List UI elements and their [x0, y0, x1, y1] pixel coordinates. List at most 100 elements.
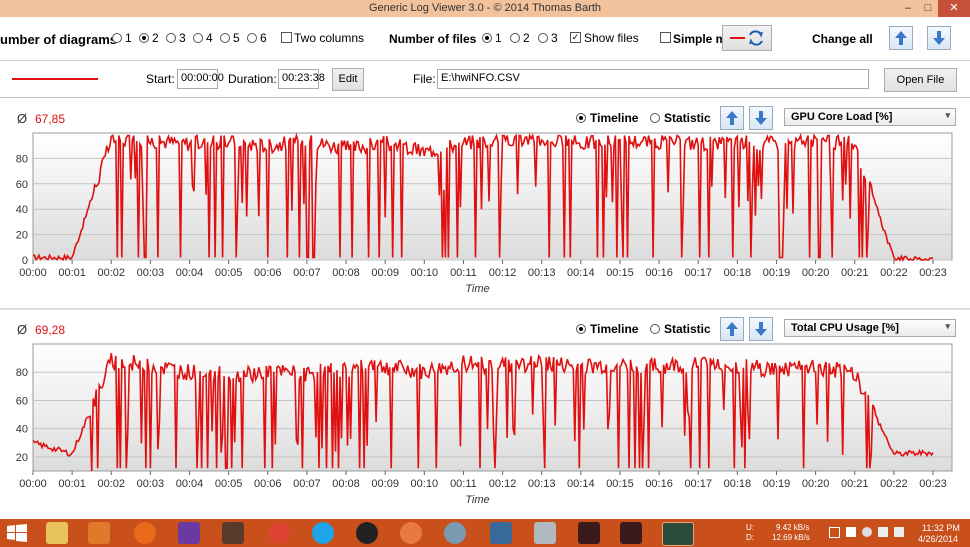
files-radio-3[interactable] — [538, 33, 548, 43]
statistic-radio[interactable] — [650, 324, 660, 334]
simple-mode-checkbox[interactable] — [660, 32, 671, 43]
y-tick-label: 40 — [16, 204, 28, 216]
statistic-radio[interactable] — [650, 113, 660, 123]
hwinfo-icon[interactable] — [490, 522, 512, 544]
x-tick-label: 00:04 — [176, 267, 204, 279]
firefox-icon[interactable] — [134, 522, 156, 544]
move-down-all-button[interactable] — [927, 26, 951, 50]
arrow-down-icon — [933, 31, 945, 45]
flag-icon[interactable] — [846, 527, 856, 537]
show-files-checkbox[interactable]: ✓ — [570, 32, 581, 43]
two-columns-label: Two columns — [294, 31, 365, 45]
close-button[interactable]: ✕ — [938, 0, 970, 17]
x-tick-label: 00:14 — [567, 478, 595, 490]
file-path-field[interactable]: E:\hwiNFO.CSV — [437, 69, 869, 89]
x-tick-label: 00:22 — [880, 478, 908, 490]
timeline-radio[interactable] — [576, 324, 586, 334]
move-down-button[interactable] — [749, 317, 773, 341]
files-radio-1[interactable] — [482, 33, 492, 43]
network-icon[interactable] — [878, 527, 888, 537]
duration-field[interactable]: 00:23:38 — [278, 69, 325, 89]
x-tick-label: 00:18 — [724, 267, 752, 279]
top-toolbar: umber of diagrams 1 2 3 4 5 6 Two columns Num… — [0, 18, 970, 61]
chrome-icon[interactable] — [268, 522, 290, 544]
two-columns-checkbox[interactable] — [281, 32, 292, 43]
windows-start-icon[interactable] — [7, 524, 27, 542]
upload-label: U: — [746, 523, 754, 532]
diagram-panel-1: Ø 67,85 Timeline Statistic GPU Core Load… — [0, 98, 970, 308]
diagrams-option-label: 1 — [125, 31, 132, 45]
x-tick-label: 00:00 — [19, 478, 47, 490]
diagrams-radio-5[interactable] — [220, 33, 230, 43]
move-up-button[interactable] — [720, 317, 744, 341]
line-style-button[interactable] — [722, 25, 772, 51]
start-field[interactable]: 00:00:00 — [177, 69, 224, 89]
edit-button[interactable]: Edit — [332, 68, 364, 91]
x-tick-label: 00:12 — [489, 478, 517, 490]
files-radio-2[interactable] — [510, 33, 520, 43]
diagrams-radio-4[interactable] — [193, 33, 203, 43]
app-icon[interactable] — [444, 522, 466, 544]
download-label: D: — [746, 533, 754, 542]
steam-like-icon[interactable] — [356, 522, 378, 544]
y-tick-label: 80 — [16, 367, 28, 379]
move-up-button[interactable] — [720, 106, 744, 130]
diagrams-radio-2[interactable] — [139, 33, 149, 43]
move-up-all-button[interactable] — [889, 26, 913, 50]
file-explorer-icon[interactable] — [46, 522, 68, 544]
chevron-down-icon: ▾ — [945, 110, 950, 120]
x-tick-label: 00:16 — [645, 267, 673, 279]
x-tick-label: 00:16 — [645, 478, 673, 490]
move-down-button[interactable] — [749, 106, 773, 130]
x-tick-label: 00:21 — [841, 267, 869, 279]
x-tick-label: 00:17 — [684, 267, 712, 279]
minimize-button[interactable]: – — [898, 0, 918, 17]
origin-icon[interactable] — [400, 522, 422, 544]
x-tick-label: 00:06 — [254, 478, 282, 490]
window-title: Generic Log Viewer 3.0 - © 2014 Thomas B… — [368, 2, 602, 14]
upload-rate: 9.42 kB/s — [776, 523, 810, 532]
series-line-swatch — [12, 78, 98, 80]
sensor-select[interactable]: Total CPU Usage [%] ▾ — [784, 319, 956, 337]
x-tick-label: 00:12 — [489, 267, 517, 279]
x-tick-label: 00:06 — [254, 267, 282, 279]
volume-icon[interactable] — [894, 527, 904, 537]
x-tick-label: 00:09 — [371, 478, 399, 490]
skype-icon[interactable] — [312, 522, 334, 544]
x-tick-label: 00:23 — [919, 478, 947, 490]
diagrams-radio-6[interactable] — [247, 33, 257, 43]
maximize-button[interactable]: □ — [918, 0, 938, 17]
media-player-icon[interactable] — [88, 522, 110, 544]
x-tick-label: 00:14 — [567, 267, 595, 279]
y-tick-label: 60 — [16, 395, 28, 407]
diagrams-radio-1[interactable] — [112, 33, 122, 43]
file-row: Start: 00:00:00 Duration: 00:23:38 Edit … — [0, 61, 970, 98]
y-tick-label: 80 — [16, 153, 28, 165]
x-axis-label: Time — [465, 283, 489, 295]
x-tick-label: 00:02 — [97, 478, 125, 490]
average-symbol: Ø — [17, 322, 28, 337]
window-icon[interactable] — [534, 522, 556, 544]
x-tick-label: 00:02 — [97, 267, 125, 279]
steam-tray-icon[interactable] — [862, 527, 872, 537]
num-files-label: Number of files — [389, 32, 477, 46]
open-file-button[interactable]: Open File — [884, 68, 957, 92]
gpu-monitor-icon[interactable] — [578, 522, 600, 544]
timeline-label: Timeline — [590, 322, 639, 336]
x-tick-label: 00:05 — [215, 478, 243, 490]
log-viewer-taskbar-icon[interactable] — [662, 522, 694, 546]
x-tick-label: 00:07 — [293, 478, 321, 490]
diagrams-radio-3[interactable] — [166, 33, 176, 43]
winrar-icon[interactable] — [178, 522, 200, 544]
x-tick-label: 00:01 — [58, 478, 86, 490]
change-all-label: Change all — [812, 32, 873, 46]
panel-divider — [0, 308, 970, 310]
sensor-select[interactable]: GPU Core Load [%] ▾ — [784, 108, 956, 126]
diagrams-option-label: 4 — [206, 31, 213, 45]
game-icon[interactable] — [222, 522, 244, 544]
timeline-radio[interactable] — [576, 113, 586, 123]
start-label: Start: — [146, 72, 175, 86]
tray-chevron-icon[interactable] — [829, 527, 840, 538]
x-tick-label: 00:07 — [293, 267, 321, 279]
gpu-tweak-icon[interactable] — [620, 522, 642, 544]
